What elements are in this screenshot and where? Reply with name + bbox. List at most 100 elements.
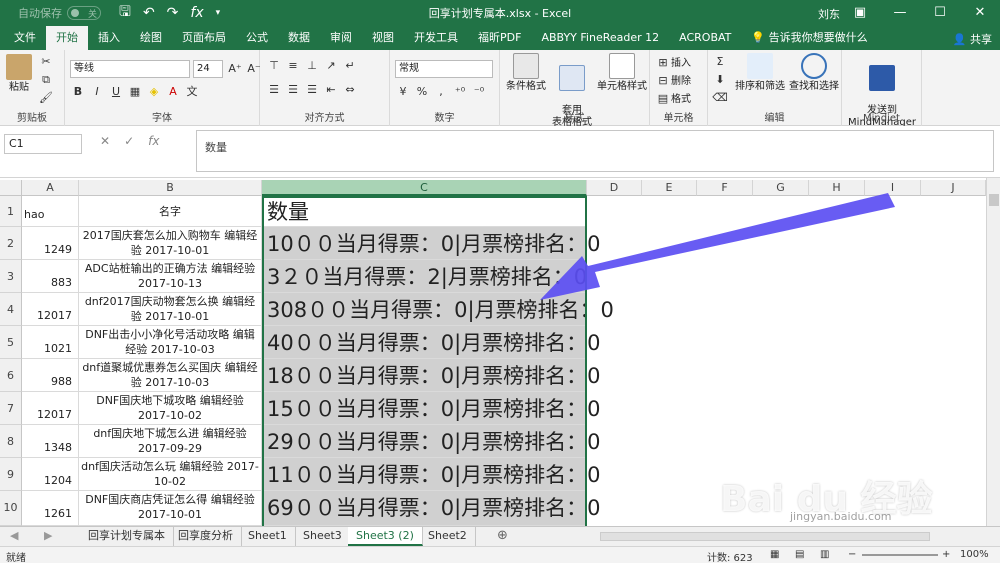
row-header-3[interactable]: 3 <box>0 260 22 293</box>
tab-abbyy[interactable]: ABBYY FineReader 12 <box>531 26 669 50</box>
cut-icon[interactable]: ✂ <box>38 54 54 70</box>
enter-icon[interactable]: ✓ <box>124 134 134 148</box>
sheet-tab-4[interactable]: Sheet3 <box>295 527 351 546</box>
copy-icon[interactable]: ⧉ <box>38 72 54 88</box>
zoom-level[interactable]: 100% <box>960 549 989 560</box>
undo-icon[interactable]: ↶ <box>143 5 155 21</box>
cell-a1[interactable]: hao <box>22 196 79 227</box>
column-header-f[interactable]: F <box>697 180 753 196</box>
cell-a4[interactable]: 12017 <box>22 293 79 326</box>
cell-c7[interactable]: 15００当月得票：0|月票榜排名：0 <box>262 392 601 425</box>
cell-b8[interactable]: dnf国庆地下城怎么进 编辑经验 2017-09-29 <box>79 425 262 458</box>
tab-insert[interactable]: 插入 <box>88 26 130 50</box>
sheet-tab-6[interactable]: Sheet2 <box>420 527 476 546</box>
font-color-icon[interactable]: A <box>165 84 181 100</box>
zoom-in-icon[interactable]: + <box>942 549 950 560</box>
ribbon-display-icon[interactable]: ▣ <box>840 0 880 26</box>
scroll-thumb[interactable] <box>989 194 999 206</box>
italic-icon[interactable]: I <box>89 84 105 100</box>
delete-cells-button[interactable]: ⊟ 删除 <box>655 72 691 89</box>
bold-icon[interactable]: B <box>70 84 86 100</box>
column-header-c[interactable]: C <box>262 180 587 196</box>
align-right-icon[interactable]: ☰ <box>304 82 320 98</box>
cell-b9[interactable]: dnf国庆活动怎么玩 编辑经验 2017-10-02 <box>79 458 262 491</box>
underline-icon[interactable]: U <box>108 84 124 100</box>
cell-a9[interactable]: 1204 <box>22 458 79 491</box>
row-header-1[interactable]: 1 <box>0 196 22 227</box>
row-header-6[interactable]: 6 <box>0 359 22 392</box>
autosave-toggle[interactable]: 自动保存 关 <box>18 5 101 21</box>
maximize-button[interactable]: ☐ <box>920 0 960 26</box>
row-header-9[interactable]: 9 <box>0 458 22 491</box>
fill-icon[interactable]: ⬇ <box>712 72 728 88</box>
cell-c5[interactable]: 40００当月得票：0|月票榜排名：0 <box>262 326 601 359</box>
border-icon[interactable]: ▦ <box>127 84 143 100</box>
tab-home[interactable]: 开始 <box>46 26 88 50</box>
increase-font-icon[interactable]: A⁺ <box>227 61 243 77</box>
decrease-decimal-icon[interactable]: ⁻⁰ <box>471 84 487 100</box>
page-layout-view-icon[interactable]: ▤ <box>795 549 804 560</box>
conditional-format-button[interactable]: 条件格式 <box>502 53 550 93</box>
tab-data[interactable]: 数据 <box>278 26 320 50</box>
cell-c4[interactable]: 308００当月得票：0|月票榜排名：0 <box>262 293 614 326</box>
cell-styles-button[interactable]: 单元格样式 <box>594 53 650 93</box>
row-header-7[interactable]: 7 <box>0 392 22 425</box>
redo-icon[interactable]: ↷ <box>167 5 179 21</box>
user-name[interactable]: 刘东 <box>818 6 840 22</box>
font-size-dropdown[interactable]: 24 <box>193 60 223 78</box>
add-sheet-icon[interactable]: ⊕ <box>497 528 508 543</box>
tab-draw[interactable]: 绘图 <box>130 26 172 50</box>
row-header-5[interactable]: 5 <box>0 326 22 359</box>
cell-c3[interactable]: 3２０当月得票：2|月票榜排名：0 <box>262 260 587 293</box>
merge-icon[interactable]: ⇔ <box>342 82 358 98</box>
currency-icon[interactable]: ¥ <box>395 84 411 100</box>
share-button[interactable]: 👤 共享 <box>953 31 992 47</box>
column-header-j[interactable]: J <box>921 180 986 196</box>
fx-icon[interactable]: fx <box>190 5 203 21</box>
normal-view-icon[interactable]: ▦ <box>770 549 779 560</box>
cell-a2[interactable]: 1249 <box>22 227 79 260</box>
tab-acrobat[interactable]: ACROBAT <box>669 26 741 50</box>
clear-icon[interactable]: ⌫ <box>712 90 728 106</box>
column-header-d[interactable]: D <box>587 180 642 196</box>
close-button[interactable]: ✕ <box>960 0 1000 26</box>
row-header-2[interactable]: 2 <box>0 227 22 260</box>
scroll-right-icon[interactable]: ▶ <box>44 529 52 542</box>
tab-view[interactable]: 视图 <box>362 26 404 50</box>
cell-a6[interactable]: 988 <box>22 359 79 392</box>
cell-c8[interactable]: 29００当月得票：0|月票榜排名：0 <box>262 425 601 458</box>
cell-b5[interactable]: DNF出击小小净化号活动攻略 编辑经验 2017-10-03 <box>79 326 262 359</box>
align-middle-icon[interactable]: ≡ <box>285 58 301 74</box>
horizontal-scrollbar[interactable] <box>600 532 930 541</box>
cancel-icon[interactable]: ✕ <box>100 134 110 148</box>
cell-c2[interactable]: 10００当月得票：0|月票榜排名：0 <box>262 227 601 260</box>
tab-review[interactable]: 审阅 <box>320 26 362 50</box>
cell-a10[interactable]: 1261 <box>22 491 79 526</box>
orientation-icon[interactable]: ↗ <box>323 58 339 74</box>
zoom-out-icon[interactable]: − <box>848 549 856 560</box>
column-header-i[interactable]: I <box>865 180 921 196</box>
align-bottom-icon[interactable]: ⊥ <box>304 58 320 74</box>
insert-function-icon[interactable]: fx <box>148 134 159 148</box>
font-name-dropdown[interactable]: 等线 <box>70 60 190 78</box>
number-format-dropdown[interactable]: 常规 <box>395 60 493 78</box>
fill-color-icon[interactable]: ◈ <box>146 84 162 100</box>
tell-me-search[interactable]: 💡 告诉我你想要做什么 <box>741 26 877 50</box>
formula-input[interactable]: 数量 <box>196 130 994 172</box>
row-header-10[interactable]: 10 <box>0 491 22 526</box>
percent-icon[interactable]: % <box>414 84 430 100</box>
comma-icon[interactable]: , <box>433 84 449 100</box>
zoom-slider[interactable] <box>862 554 938 556</box>
format-cells-button[interactable]: ▤ 格式 <box>655 90 691 107</box>
cell-c6[interactable]: 18００当月得票：0|月票榜排名：0 <box>262 359 601 392</box>
tab-page-layout[interactable]: 页面布局 <box>172 26 236 50</box>
tab-formulas[interactable]: 公式 <box>236 26 278 50</box>
cell-c9[interactable]: 11００当月得票：0|月票榜排名：0 <box>262 458 601 491</box>
autosum-icon[interactable]: Σ <box>712 54 728 70</box>
cell-b4[interactable]: dnf2017国庆动物套怎么换 编辑经验 2017-10-01 <box>79 293 262 326</box>
phonetic-icon[interactable]: 文 <box>184 84 200 100</box>
scroll-left-icon[interactable]: ◀ <box>10 529 18 542</box>
tab-developer[interactable]: 开发工具 <box>404 26 468 50</box>
wrap-text-icon[interactable]: ↵ <box>342 58 358 74</box>
cell-a8[interactable]: 1348 <box>22 425 79 458</box>
